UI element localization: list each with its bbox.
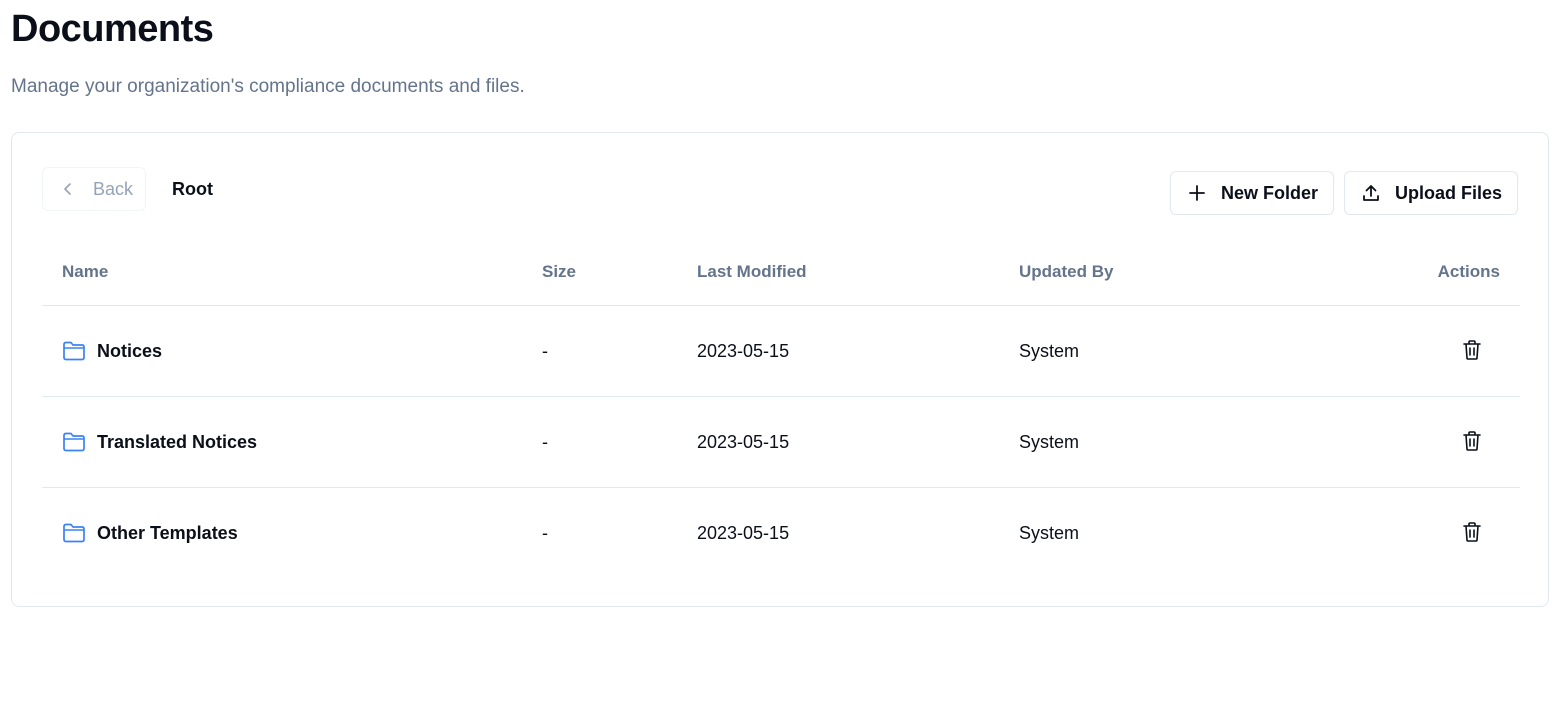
column-header-size[interactable]: Size xyxy=(542,262,697,282)
column-header-name[interactable]: Name xyxy=(42,262,542,282)
folder-icon xyxy=(62,431,86,453)
column-header-actions: Actions xyxy=(1437,262,1500,281)
breadcrumb-current-folder: Root xyxy=(172,178,213,199)
page-subtitle: Manage your organization's compliance do… xyxy=(11,76,525,97)
table-row[interactable]: Translated Notices - 2023-05-15 System xyxy=(42,397,1520,488)
folder-name-link[interactable]: Other Templates xyxy=(97,523,238,544)
page-title: Documents xyxy=(11,8,214,50)
table-row[interactable]: Other Templates - 2023-05-15 System xyxy=(42,488,1520,578)
back-button-label: Back xyxy=(93,178,134,199)
folder-icon xyxy=(62,522,86,544)
cell-last-modified: 2023-05-15 xyxy=(697,340,790,361)
plus-icon xyxy=(1187,183,1207,203)
toolbar-actions: New Folder Upload Files xyxy=(1169,171,1518,215)
folder-name-link[interactable]: Notices xyxy=(97,341,162,362)
back-button[interactable]: Back xyxy=(42,167,146,211)
folder-icon xyxy=(62,340,86,362)
chevron-left-icon xyxy=(61,182,75,196)
column-header-updated-by[interactable]: Updated By xyxy=(1019,262,1399,282)
new-folder-button[interactable]: New Folder xyxy=(1169,171,1334,215)
cell-updated-by: System xyxy=(1019,522,1080,543)
delete-button[interactable] xyxy=(1460,339,1484,363)
documents-card: Back Root New Folder Upload Files Name S xyxy=(11,132,1549,607)
cell-size: - xyxy=(542,522,548,543)
table-header: Name Size Last Modified Updated By Actio… xyxy=(42,239,1520,306)
trash-icon xyxy=(1462,521,1482,546)
table-row[interactable]: Notices - 2023-05-15 System xyxy=(42,306,1520,397)
cell-last-modified: 2023-05-15 xyxy=(697,431,790,452)
upload-icon xyxy=(1361,183,1381,203)
cell-updated-by: System xyxy=(1019,431,1080,452)
new-folder-label: New Folder xyxy=(1220,182,1318,203)
upload-files-button[interactable]: Upload Files xyxy=(1343,171,1518,215)
cell-updated-by: System xyxy=(1019,340,1080,361)
cell-size: - xyxy=(542,340,548,361)
column-header-last-modified[interactable]: Last Modified xyxy=(697,262,1019,282)
delete-button[interactable] xyxy=(1460,521,1484,545)
documents-page: Documents Manage your organization's com… xyxy=(0,0,1563,723)
delete-button[interactable] xyxy=(1460,430,1484,454)
breadcrumb: Back Root xyxy=(42,167,213,211)
trash-icon xyxy=(1462,339,1482,364)
cell-last-modified: 2023-05-15 xyxy=(697,522,790,543)
upload-files-label: Upload Files xyxy=(1394,182,1502,203)
trash-icon xyxy=(1462,430,1482,455)
documents-table: Name Size Last Modified Updated By Actio… xyxy=(42,239,1520,578)
folder-name-link[interactable]: Translated Notices xyxy=(97,432,257,453)
cell-size: - xyxy=(542,431,548,452)
